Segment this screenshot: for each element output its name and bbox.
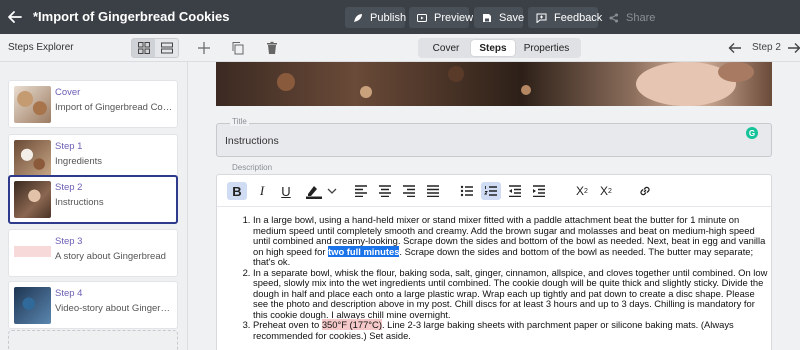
view-tabs: Cover Steps Properties: [418, 38, 581, 58]
superscript-icon[interactable]: X2: [572, 182, 592, 200]
align-right-icon[interactable]: [399, 182, 419, 200]
back-arrow-icon[interactable]: [6, 8, 24, 26]
sidebar-item-title: Step 3: [55, 236, 83, 247]
description-content[interactable]: In a large bowl, using a hand-held mixer…: [229, 214, 769, 341]
list-item: Preheat oven to 350°F (177°C). Line 2-3 …: [253, 319, 769, 341]
list-item: In a separate bowl, whisk the flour, bak…: [253, 266, 769, 321]
sidebar-item-step-3[interactable]: Step 3 A story about Gingerbread: [8, 229, 178, 277]
step-indicator: Step 2: [752, 42, 781, 53]
share-button[interactable]: Share: [601, 7, 655, 28]
add-step-placeholder[interactable]: [8, 330, 178, 350]
cover-thumbnail: [14, 86, 51, 123]
instruction-list: In a large bowl, using a hand-held mixer…: [229, 214, 769, 341]
underline-icon[interactable]: U: [276, 182, 296, 200]
add-step-icon[interactable]: [197, 41, 211, 55]
text-color-icon[interactable]: [302, 182, 326, 200]
selected-text: two full minutes: [328, 245, 400, 257]
sidebar-item-title: Cover: [55, 87, 81, 98]
tab-cover[interactable]: Cover: [421, 40, 471, 56]
title-value: Instructions: [225, 135, 279, 147]
chevron-down-icon[interactable]: [325, 182, 339, 200]
share-icon: [609, 13, 618, 22]
publish-button[interactable]: Publish: [345, 7, 407, 28]
sidebar-item-step-4[interactable]: Step 4 Video-story about Gingerbread: [8, 281, 178, 329]
step-4-thumbnail: [14, 287, 51, 324]
rocket-icon: [354, 13, 362, 22]
tab-properties[interactable]: Properties: [515, 40, 578, 56]
delete-icon[interactable]: [265, 41, 279, 55]
outdent-icon[interactable]: [505, 182, 525, 200]
subscript-icon[interactable]: X2: [596, 182, 616, 200]
step-editor: Instructions Title G Description B I U X…: [188, 62, 800, 350]
publish-label: Publish: [370, 11, 407, 24]
preview-button[interactable]: Preview: [409, 7, 473, 28]
sidebar-item-title: Step 2: [55, 182, 83, 193]
list-view-icon[interactable]: [155, 39, 178, 57]
list-item: In a large bowl, using a hand-held mixer…: [253, 214, 769, 268]
step-3-thumbnail: [14, 235, 51, 272]
bold-icon[interactable]: B: [227, 182, 247, 200]
sidebar-item-subtitle: Video-story about Gingerbread: [55, 303, 175, 314]
grid-view-icon[interactable]: [132, 39, 155, 57]
secondary-toolbar: Steps Explorer Cover Steps Properties St…: [0, 34, 800, 62]
step-text: Preheat oven to: [253, 319, 322, 330]
step-2-thumbnail: [14, 181, 51, 218]
numbered-list-icon[interactable]: [481, 182, 501, 200]
indent-icon[interactable]: [529, 182, 549, 200]
step-1-thumbnail: [14, 140, 51, 177]
document-title: *Import of Gingerbread Cookies: [33, 9, 230, 24]
steps-sidebar: Cover Import of Gingerbread Cookies Step…: [0, 62, 188, 350]
feedback-label: Feedback: [554, 11, 603, 24]
share-label: Share: [626, 11, 656, 24]
step-text: In a separate bowl, whisk the flour, bak…: [253, 266, 768, 320]
align-center-icon[interactable]: [375, 182, 395, 200]
italic-icon[interactable]: I: [252, 182, 272, 200]
bulleted-list-icon[interactable]: [457, 182, 477, 200]
hero-image-art: [277, 62, 754, 106]
top-bar: *Import of Gingerbread Cookies Publish P…: [0, 0, 800, 34]
rich-text-toolbar: B I U X 2 X 2: [217, 175, 771, 207]
save-icon: [483, 13, 491, 22]
description-label: Description: [230, 163, 275, 172]
save-label: Save: [499, 11, 525, 24]
view-toggle: [131, 38, 179, 58]
sidebar-item-subtitle: A story about Gingerbread: [55, 251, 166, 262]
sidebar-item-subtitle: Import of Gingerbread Cookies: [55, 102, 175, 113]
link-icon[interactable]: [635, 182, 655, 200]
steps-explorer-label: Steps Explorer: [8, 42, 74, 53]
title-label: Title: [230, 117, 249, 126]
feedback-button[interactable]: Feedback: [528, 7, 602, 28]
sidebar-item-title: Step 4: [55, 288, 83, 299]
preview-icon: [417, 13, 427, 22]
align-left-icon[interactable]: [351, 182, 371, 200]
previous-step-icon[interactable]: [727, 40, 743, 56]
duplicate-icon[interactable]: [231, 41, 245, 55]
sidebar-item-subtitle: Ingredients: [55, 156, 103, 167]
grammarly-icon[interactable]: G: [746, 127, 758, 139]
align-justify-icon[interactable]: [423, 182, 443, 200]
tab-steps[interactable]: Steps: [471, 40, 515, 56]
sidebar-item-step-2[interactable]: Step 2 Instructions: [8, 175, 178, 224]
feedback-icon: [536, 13, 547, 23]
save-button[interactable]: Save: [474, 7, 525, 28]
sidebar-item-subtitle: Instructions: [55, 197, 104, 208]
preview-label: Preview: [434, 11, 474, 24]
highlighted-text: 350°F (177°C): [321, 319, 382, 330]
sidebar-item-cover[interactable]: Cover Import of Gingerbread Cookies: [8, 80, 178, 128]
step-hero-image: [216, 62, 772, 106]
title-field[interactable]: Instructions: [216, 123, 772, 157]
sidebar-item-title: Step 1: [55, 141, 83, 152]
description-editor[interactable]: B I U X 2 X 2 1. In a large bowl, using …: [216, 174, 772, 350]
next-step-icon[interactable]: [786, 40, 800, 56]
